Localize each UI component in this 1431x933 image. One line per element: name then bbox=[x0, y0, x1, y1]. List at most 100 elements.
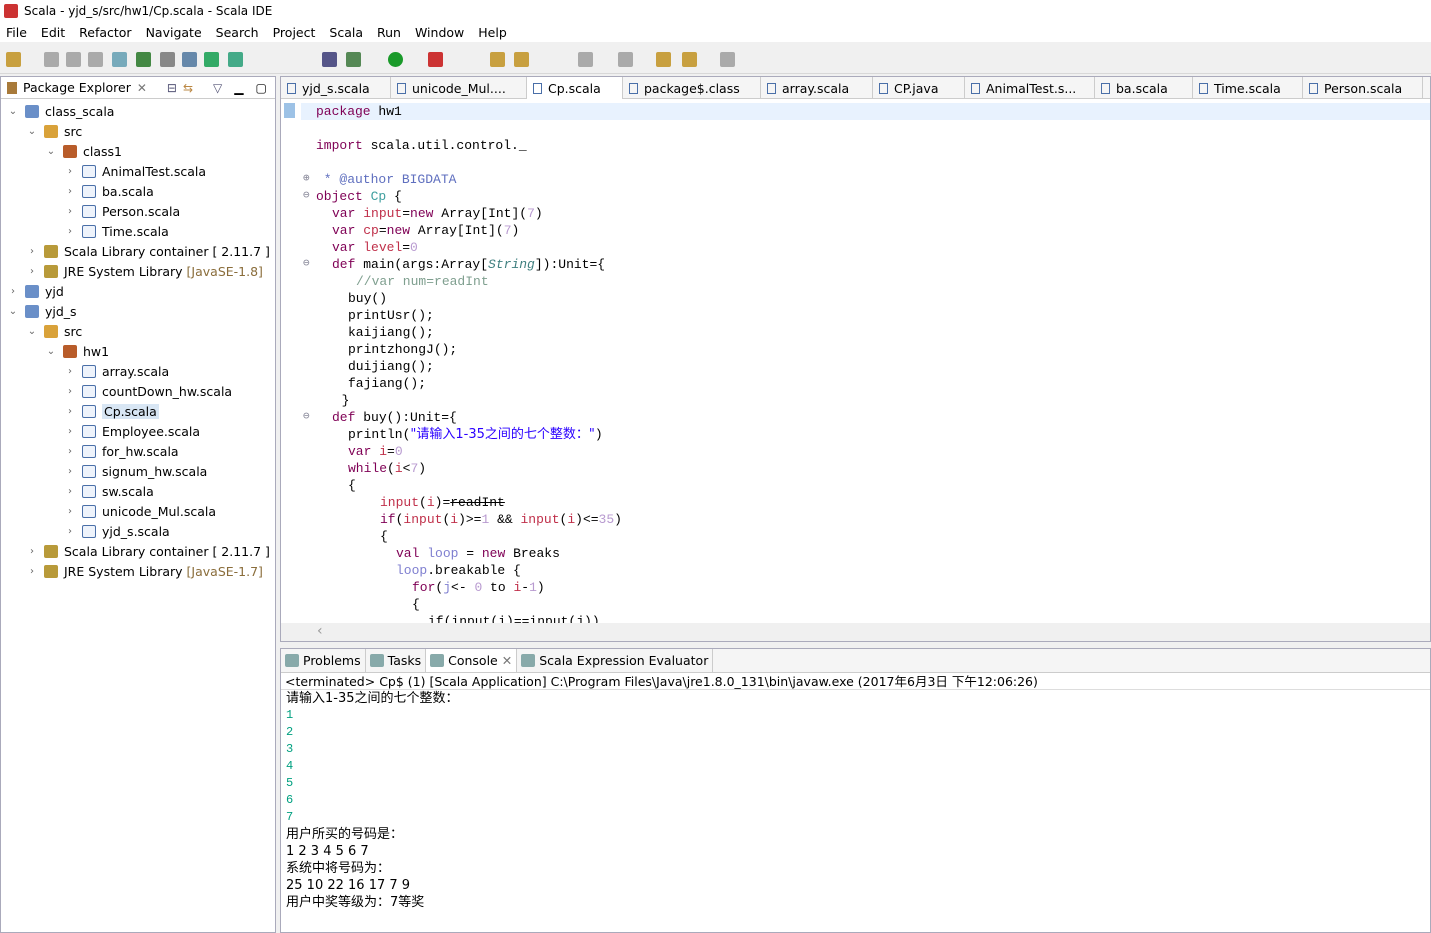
external-tools-icon[interactable] bbox=[428, 52, 443, 67]
mark-icon[interactable] bbox=[136, 52, 151, 67]
console-tab-tasks[interactable]: Tasks bbox=[366, 649, 427, 672]
tree-item-unicode-mul-scala[interactable]: › unicode_Mul.scala bbox=[1, 501, 275, 521]
collapse-fold-icon[interactable]: ⊖ bbox=[303, 188, 310, 202]
chevron-right-icon[interactable]: › bbox=[64, 426, 76, 437]
collapse-all-icon[interactable]: ⊟ bbox=[167, 81, 177, 95]
chevron-right-icon[interactable]: › bbox=[64, 166, 76, 177]
tree-item-src[interactable]: ⌄ src bbox=[1, 321, 275, 341]
chevron-right-icon[interactable]: › bbox=[64, 406, 76, 417]
back-icon[interactable] bbox=[682, 52, 697, 67]
console-tab-console[interactable]: Console ✕ bbox=[426, 649, 518, 672]
chevron-right-icon[interactable]: › bbox=[64, 386, 76, 397]
console-tab-problems[interactable]: Problems bbox=[281, 649, 366, 672]
chevron-right-icon[interactable]: › bbox=[64, 186, 76, 197]
chevron-right-icon[interactable]: › bbox=[64, 366, 76, 377]
editor-tab-unicode-mul-[interactable]: unicode_Mul.... bbox=[391, 77, 527, 99]
tree-item-signum-hw-scala[interactable]: › signum_hw.scala bbox=[1, 461, 275, 481]
editor-tab-time-scala[interactable]: Time.scala bbox=[1193, 77, 1303, 99]
tree-item-yjd-s-scala[interactable]: › yjd_s.scala bbox=[1, 521, 275, 541]
tree-item-countdown-hw-scala[interactable]: › countDown_hw.scala bbox=[1, 381, 275, 401]
open-type-icon[interactable] bbox=[490, 52, 505, 67]
tree-item-animaltest-scala[interactable]: › AnimalTest.scala bbox=[1, 161, 275, 181]
editor-tab-array-scala[interactable]: array.scala bbox=[761, 77, 873, 99]
maximize-icon[interactable]: ▢ bbox=[256, 81, 267, 95]
new-project-icon[interactable] bbox=[204, 52, 219, 67]
code-area[interactable]: package hw1 import scala.util.control._ *… bbox=[281, 101, 1430, 623]
tree-item-scala-library-container-2-11-7-[interactable]: › Scala Library container [ 2.11.7 ] bbox=[1, 541, 275, 561]
chevron-right-icon[interactable]: › bbox=[64, 526, 76, 537]
menu-scala[interactable]: Scala bbox=[329, 25, 363, 40]
chevron-down-icon[interactable]: ⌄ bbox=[26, 126, 38, 137]
chevron-right-icon[interactable]: › bbox=[26, 566, 38, 577]
editor-tab-ba-scala[interactable]: ba.scala bbox=[1095, 77, 1193, 99]
minimize-icon[interactable]: ▁ bbox=[234, 81, 243, 95]
menu-navigate[interactable]: Navigate bbox=[146, 25, 202, 40]
chevron-down-icon[interactable]: ⌄ bbox=[45, 146, 57, 157]
toggle-block-icon[interactable] bbox=[182, 52, 197, 67]
next-annotation-icon[interactable] bbox=[578, 52, 593, 67]
chevron-right-icon[interactable]: › bbox=[64, 226, 76, 237]
last-edit-icon[interactable] bbox=[656, 52, 671, 67]
menu-run[interactable]: Run bbox=[377, 25, 401, 40]
package-explorer-title[interactable]: Package Explorer bbox=[23, 80, 131, 95]
chevron-down-icon[interactable]: ⌄ bbox=[7, 306, 19, 317]
forward-icon[interactable] bbox=[720, 52, 735, 67]
menu-refactor[interactable]: Refactor bbox=[79, 25, 131, 40]
chevron-right-icon[interactable]: › bbox=[64, 466, 76, 477]
chevron-right-icon[interactable]: › bbox=[64, 206, 76, 217]
editor-tab-package-class[interactable]: package$.class bbox=[623, 77, 761, 99]
tree-item-yjd-s[interactable]: ⌄ yjd_s bbox=[1, 301, 275, 321]
chevron-right-icon[interactable]: › bbox=[26, 266, 38, 277]
tree-item-cp-scala[interactable]: › Cp.scala bbox=[1, 401, 275, 421]
menu-edit[interactable]: Edit bbox=[41, 25, 65, 40]
tree-item-sw-scala[interactable]: › sw.scala bbox=[1, 481, 275, 501]
collapse-fold-icon[interactable]: ⊖ bbox=[303, 256, 310, 270]
menu-help[interactable]: Help bbox=[478, 25, 507, 40]
tree-item-person-scala[interactable]: › Person.scala bbox=[1, 201, 275, 221]
console-tab-scala-expression-evaluator[interactable]: Scala Expression Evaluator bbox=[517, 649, 714, 672]
chevron-down-icon[interactable]: ⌄ bbox=[45, 346, 57, 357]
chevron-right-icon[interactable]: › bbox=[26, 246, 38, 257]
run-icon[interactable] bbox=[388, 52, 403, 67]
editor-tab-person-scala[interactable]: Person.scala bbox=[1303, 77, 1423, 99]
close-icon[interactable]: ✕ bbox=[502, 653, 512, 668]
new-class-icon[interactable] bbox=[228, 52, 243, 67]
editor-tab-cp-java[interactable]: CP.java bbox=[873, 77, 965, 99]
menu-file[interactable]: File bbox=[6, 25, 27, 40]
tree-item-ba-scala[interactable]: › ba.scala bbox=[1, 181, 275, 201]
skip-breakpoints-icon[interactable] bbox=[322, 52, 337, 67]
save-all-icon[interactable] bbox=[66, 52, 81, 67]
save-icon[interactable] bbox=[44, 52, 59, 67]
debug-icon[interactable] bbox=[346, 52, 361, 67]
new-icon[interactable] bbox=[6, 52, 21, 67]
chevron-right-icon[interactable]: › bbox=[64, 506, 76, 517]
view-menu-icon[interactable]: ▽ bbox=[213, 81, 222, 95]
tree-item-array-scala[interactable]: › array.scala bbox=[1, 361, 275, 381]
chevron-down-icon[interactable]: ⌄ bbox=[7, 106, 19, 117]
menu-project[interactable]: Project bbox=[273, 25, 316, 40]
link-editor-icon[interactable]: ⇆ bbox=[183, 81, 193, 95]
editor-tab-cp-scala[interactable]: Cp.scala bbox=[527, 77, 623, 99]
tree-item-employee-scala[interactable]: › Employee.scala bbox=[1, 421, 275, 441]
menu-search[interactable]: Search bbox=[216, 25, 259, 40]
tree-item-hw1[interactable]: ⌄ hw1 bbox=[1, 341, 275, 361]
prev-annotation-icon[interactable] bbox=[618, 52, 633, 67]
chevron-down-icon[interactable]: ⌄ bbox=[26, 326, 38, 337]
print-icon[interactable] bbox=[88, 52, 103, 67]
tree-item-for-hw-scala[interactable]: › for_hw.scala bbox=[1, 441, 275, 461]
close-icon[interactable]: ✕ bbox=[137, 81, 147, 95]
tree-item-class-scala[interactable]: ⌄ class_scala bbox=[1, 101, 275, 121]
tree-item-time-scala[interactable]: › Time.scala bbox=[1, 221, 275, 241]
tree-item-jre-system-library[interactable]: › JRE System Library [JavaSE-1.8] bbox=[1, 261, 275, 281]
chevron-right-icon[interactable]: › bbox=[7, 286, 19, 297]
tree-item-scala-library-container-2-11-7-[interactable]: › Scala Library container [ 2.11.7 ] bbox=[1, 241, 275, 261]
tree-item-class1[interactable]: ⌄ class1 bbox=[1, 141, 275, 161]
javadoc-icon[interactable] bbox=[160, 52, 175, 67]
tree-item-yjd[interactable]: › yjd bbox=[1, 281, 275, 301]
horizontal-scrollbar[interactable]: ‹ bbox=[281, 623, 1430, 641]
tree-item-jre-system-library[interactable]: › JRE System Library [JavaSE-1.7] bbox=[1, 561, 275, 581]
tree-item-src[interactable]: ⌄ src bbox=[1, 121, 275, 141]
chevron-right-icon[interactable]: › bbox=[26, 546, 38, 557]
search-icon[interactable] bbox=[514, 52, 529, 67]
chevron-right-icon[interactable]: › bbox=[64, 486, 76, 497]
